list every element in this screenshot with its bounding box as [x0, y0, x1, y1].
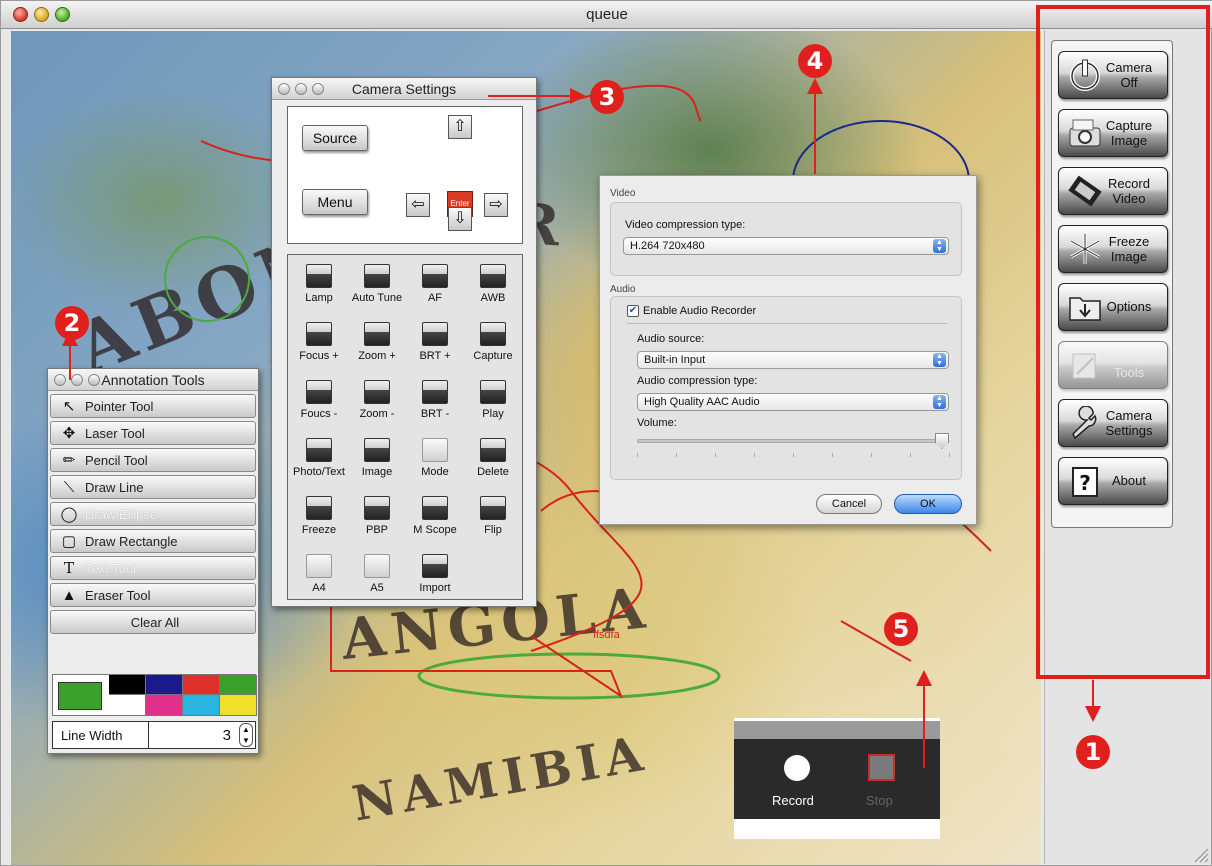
callout-5: 5 — [884, 612, 918, 646]
callout-4: 4 — [798, 44, 832, 78]
callout-2: 2 — [55, 306, 89, 340]
callout-1: 1 — [1076, 735, 1110, 769]
callout-3: 3 — [590, 80, 624, 114]
callout-arrows — [62, 78, 1101, 768]
